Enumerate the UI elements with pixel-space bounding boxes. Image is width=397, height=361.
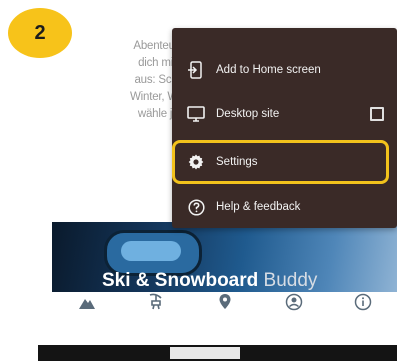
bottom-navigation [52, 292, 397, 332]
banner-title: Ski & Snowboard Buddy [102, 270, 317, 292]
ski-lift-icon [149, 293, 162, 310]
browser-overflow-menu: Add to Home screen Desktop site Settings… [172, 28, 397, 228]
profile-icon [285, 293, 302, 311]
nav-item-mountain[interactable] [59, 292, 115, 314]
info-icon [354, 293, 371, 311]
desktop-icon [186, 104, 206, 124]
app-banner: Ski & Snowboard Buddy [52, 222, 397, 292]
menu-item-label: Desktop site [216, 108, 280, 120]
nav-item-ski-lift[interactable] [128, 292, 184, 314]
menu-item-desktop-site[interactable]: Desktop site [172, 92, 397, 136]
menu-item-label: Add to Home screen [216, 64, 321, 76]
nav-item-info[interactable] [335, 292, 391, 314]
mountain-icon [78, 299, 95, 309]
settings-highlight-box [172, 140, 389, 184]
nav-item-profile[interactable] [266, 292, 322, 314]
banner-title-light: Buddy [263, 270, 318, 291]
menu-item-label: Help & feedback [216, 201, 301, 213]
nav-item-location[interactable] [197, 292, 253, 314]
banner-title-bold: Ski & Snowboard [102, 270, 259, 291]
add-to-home-icon [186, 60, 206, 80]
system-bottom-bar [38, 345, 397, 361]
step-badge: 2 [8, 8, 72, 58]
location-pin-icon [219, 294, 230, 309]
menu-item-help-feedback[interactable]: Help & feedback [172, 185, 397, 228]
menu-item-add-to-home[interactable]: Add to Home screen [172, 48, 397, 92]
home-indicator [170, 347, 240, 359]
help-icon [186, 197, 206, 217]
desktop-site-checkbox[interactable] [370, 107, 384, 121]
